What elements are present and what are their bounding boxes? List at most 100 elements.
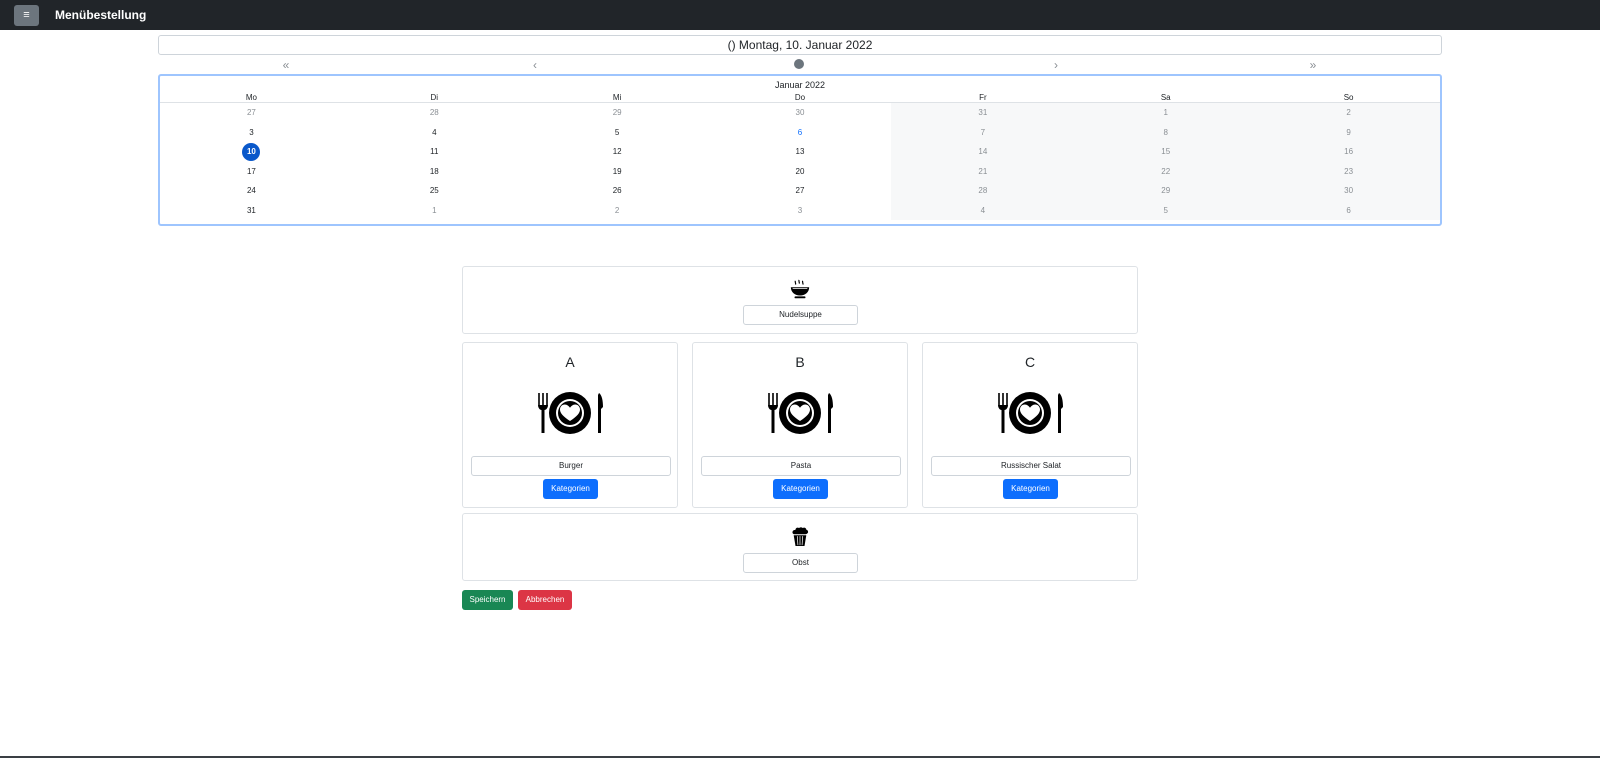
soup-bowl-icon — [790, 279, 810, 299]
calendar-day-label: 6 — [1346, 205, 1351, 215]
calendar-day-label: 28 — [429, 108, 439, 117]
calendar-week-row: 27 28 29 30 31 1 2 — [160, 103, 1441, 123]
calendar-day-label: 31 — [246, 205, 256, 215]
calendar-day[interactable]: 25 — [343, 181, 526, 201]
calendar-day[interactable]: 5 — [526, 123, 709, 143]
top-navbar: ≡ Menübestellung — [0, 0, 1600, 30]
calendar-day[interactable]: 4 — [891, 200, 1075, 220]
calendar-day[interactable]: 19 — [526, 162, 709, 182]
dessert-field[interactable]: Obst — [743, 553, 858, 573]
next-month-button[interactable]: › — [1046, 58, 1066, 72]
calendar-day[interactable]: 28 — [343, 103, 526, 123]
calendar-day[interactable]: 28 — [891, 181, 1075, 201]
calendar-day[interactable]: 2 — [1257, 103, 1441, 123]
calendar-week-row: 17 18 19 20 21 22 23 — [160, 161, 1441, 182]
menu-field[interactable]: Russischer Salat — [931, 456, 1131, 476]
calendar-day[interactable]: 3 — [160, 123, 343, 143]
calendar-day[interactable]: 29 — [526, 103, 709, 123]
calendar-day[interactable]: 27 — [709, 181, 892, 201]
calendar-day-label: 27 — [795, 186, 805, 195]
weekday-header: Sa — [1160, 93, 1171, 102]
calendar-day-label: 16 — [1344, 147, 1354, 156]
plate-cutlery-heart-icon — [998, 392, 1063, 434]
calendar-day[interactable]: 2 — [526, 201, 709, 221]
calendar-day-label: 29 — [1161, 186, 1171, 195]
calendar-day[interactable]: 31 — [160, 201, 343, 221]
calendar-day[interactable]: 8 — [1074, 122, 1258, 142]
calendar-week-row: 24 25 26 27 28 29 30 — [160, 181, 1441, 201]
today-dot-button[interactable] — [794, 59, 804, 69]
calendar-day-label: 22 — [1161, 166, 1171, 176]
calendar-day-label: 10 — [242, 143, 261, 161]
calendar-day-label: 5 — [1163, 205, 1168, 215]
calendar-day-label: 27 — [246, 108, 256, 117]
calendar-day[interactable]: 4 — [343, 123, 526, 143]
calendar-day-label: 21 — [978, 166, 988, 176]
calendar-day[interactable]: 30 — [709, 103, 892, 123]
calendar-day[interactable]: 24 — [160, 181, 343, 201]
calendar-day[interactable]: 13 — [709, 142, 892, 162]
app-title[interactable]: Menübestellung — [55, 8, 146, 22]
calendar-day[interactable]: 11 — [343, 142, 526, 162]
calendar-day[interactable]: 26 — [526, 181, 709, 201]
calendar-day[interactable]: 10 — [160, 142, 343, 162]
calendar-day[interactable]: 15 — [1074, 142, 1258, 162]
calendar-day-label: 19 — [612, 166, 622, 176]
calendar-day[interactable]: 1 — [343, 201, 526, 221]
calendar-day[interactable]: 16 — [1257, 142, 1441, 162]
menu-field[interactable]: Burger — [471, 456, 671, 476]
selected-date-display[interactable]: () Montag, 10. Januar 2022 — [158, 35, 1442, 55]
calendar-day[interactable]: 12 — [526, 142, 709, 162]
calendar-day[interactable]: 7 — [891, 122, 1075, 142]
calendar-day[interactable]: 18 — [343, 162, 526, 182]
dessert-card: Obst — [462, 513, 1138, 581]
calendar-day[interactable]: 6 — [709, 123, 892, 143]
calendar-day-label: 8 — [1163, 127, 1168, 137]
calendar-day[interactable]: 21 — [891, 161, 1075, 181]
weekday-header: Mi — [612, 93, 622, 102]
soup-field[interactable]: Nudelsuppe — [743, 305, 858, 325]
calendar-day-label: 23 — [1344, 166, 1354, 176]
calendar-week-row: 31 1 2 3 4 5 6 — [160, 200, 1441, 221]
save-button[interactable]: Speichern — [462, 590, 513, 610]
calendar-day[interactable]: 14 — [891, 142, 1075, 162]
calendar-day[interactable]: 22 — [1074, 161, 1258, 181]
calendar-day[interactable]: 29 — [1074, 181, 1258, 201]
calendar-day[interactable]: 1 — [1074, 103, 1258, 123]
calendar-day[interactable]: 3 — [709, 201, 892, 221]
prev-year-button[interactable]: « — [276, 58, 296, 72]
calendar-day[interactable]: 23 — [1257, 161, 1441, 181]
menu-field[interactable]: Pasta — [701, 456, 901, 476]
calendar-day-label: 1 — [432, 205, 437, 215]
hamburger-icon[interactable]: ≡ — [14, 5, 39, 26]
menu-card-b: B Pasta Kategorien — [692, 342, 908, 508]
calendar-day-label: 11 — [430, 147, 439, 156]
next-year-button[interactable]: » — [1303, 58, 1323, 72]
cancel-button[interactable]: Abbrechen — [518, 590, 572, 610]
menu-letter: B — [795, 354, 805, 370]
menu-letter: A — [565, 354, 575, 370]
calendar-day[interactable]: 17 — [160, 162, 343, 182]
categories-button[interactable]: Kategorien — [543, 479, 598, 499]
calendar-month-label: Januar 2022 — [774, 80, 826, 90]
categories-button[interactable]: Kategorien — [1003, 479, 1058, 499]
calendar-grid: Mo Di Mi Do Fr Sa So 27 28 29 30 31 1 2 3 4 5 6 7 8 9 10 11 12… — [160, 92, 1441, 221]
calendar-day-label: 4 — [980, 205, 986, 215]
calendar-day[interactable]: 30 — [1257, 181, 1441, 201]
calendar-day-label: 30 — [795, 108, 805, 117]
calendar-day-label: 12 — [612, 147, 622, 156]
categories-button[interactable]: Kategorien — [773, 479, 828, 499]
calendar-day[interactable]: 27 — [160, 103, 343, 123]
prev-month-button[interactable]: ‹ — [525, 58, 545, 72]
calendar-day[interactable]: 9 — [1257, 122, 1441, 142]
calendar-day[interactable]: 20 — [709, 162, 892, 182]
calendar-day[interactable]: 5 — [1074, 200, 1258, 220]
calendar-day-label: 13 — [795, 147, 805, 156]
calendar-day[interactable]: 31 — [891, 103, 1075, 123]
calendar-day[interactable]: 6 — [1257, 200, 1441, 220]
calendar-day-label: 18 — [429, 166, 439, 176]
weekday-header: Di — [430, 93, 439, 102]
calendar-day-label: 3 — [249, 127, 254, 137]
calendar-day-label: 28 — [978, 186, 988, 195]
weekday-header: Mo — [245, 93, 257, 102]
